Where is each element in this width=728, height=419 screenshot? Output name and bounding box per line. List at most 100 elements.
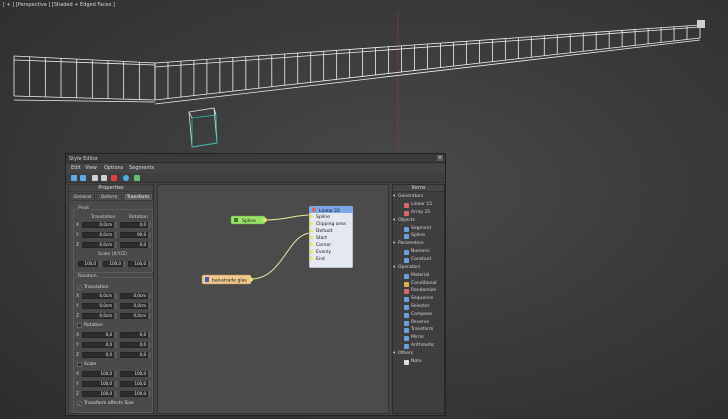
item-entry[interactable]: Array 25 (403, 210, 430, 215)
random-scale-y-min[interactable]: 100,0 (82, 381, 114, 387)
item-entry[interactable]: Material (403, 273, 429, 278)
pivot-rotation-x[interactable]: 0,0 (120, 222, 148, 228)
chevron-down-icon[interactable]: ▾ (393, 194, 395, 199)
chevron-down-icon[interactable]: ▾ (393, 265, 395, 270)
item-entry[interactable]: Linear 15 (403, 202, 432, 207)
item-entry[interactable]: Segment (403, 226, 431, 231)
save-icon[interactable] (134, 175, 140, 181)
menu-edit[interactable]: Edit (71, 165, 81, 171)
random-rotation-z-min[interactable]: 0,0 (82, 352, 114, 358)
spinner[interactable] (148, 222, 151, 228)
chevron-down-icon[interactable]: ▾ (393, 218, 395, 223)
spinner[interactable] (114, 371, 117, 377)
menu-view[interactable]: View (85, 165, 97, 171)
item-entry[interactable]: Spline (403, 233, 425, 238)
items-category[interactable]: Parameters (398, 241, 424, 246)
delete-icon[interactable] (111, 175, 117, 181)
port-dot[interactable] (309, 214, 313, 219)
random-translation-y-min[interactable]: 0,0cm (82, 303, 114, 309)
redo-icon[interactable] (80, 175, 86, 181)
affects-size-checkbox[interactable]: ✓ (77, 401, 82, 406)
spinner[interactable] (123, 261, 126, 267)
items-category[interactable]: Others (398, 351, 413, 356)
pivot-rotation-z[interactable]: 0,0 (120, 242, 148, 248)
item-entry[interactable]: Note (403, 359, 422, 364)
random-scale-z-max[interactable]: 100,0 (120, 391, 148, 397)
spinner[interactable] (98, 261, 101, 267)
node-graph-canvas[interactable]: Spline balustrade glas Linear 33 Spline C… (157, 184, 389, 414)
port-dot[interactable] (309, 221, 313, 226)
spinner[interactable] (148, 303, 151, 309)
chevron-down-icon[interactable]: ▾ (393, 351, 395, 356)
items-category[interactable]: Operators (398, 265, 421, 270)
random-translation-x-max[interactable]: 0,0cm (120, 293, 148, 299)
random-rotation-x-min[interactable]: 0,0 (82, 332, 114, 338)
item-entry[interactable]: Constant (403, 257, 431, 262)
item-entry[interactable]: Transform (403, 327, 433, 332)
chevron-down-icon[interactable]: ▾ (393, 241, 395, 246)
scale-y[interactable]: 100,0 (103, 261, 123, 267)
port-dot[interactable] (309, 235, 313, 240)
pivot-translation-x[interactable]: 0,0cm (82, 222, 114, 228)
spinner[interactable] (148, 352, 151, 358)
random-rotation-x-max[interactable]: 0,0 (120, 332, 148, 338)
spinner[interactable] (148, 232, 151, 238)
spinner[interactable] (148, 391, 151, 397)
random-translation-z-max[interactable]: 0,0cm (120, 313, 148, 319)
item-entry[interactable]: Mirror (403, 335, 424, 340)
spinner[interactable] (148, 293, 151, 299)
item-entry[interactable]: Selector (403, 304, 430, 309)
close-icon[interactable]: × (437, 155, 443, 161)
spinner[interactable] (114, 332, 117, 338)
spinner[interactable] (114, 352, 117, 358)
scale-x[interactable]: 100,0 (78, 261, 98, 267)
spinner[interactable] (114, 342, 117, 348)
item-entry[interactable]: Randomize (403, 288, 436, 293)
items-category[interactable]: Objects (398, 218, 415, 223)
port-dot[interactable] (309, 256, 313, 261)
spinner[interactable] (114, 222, 117, 228)
refresh-icon[interactable] (123, 175, 129, 181)
item-entry[interactable]: Reverse (403, 320, 429, 325)
random-rotation-y-min[interactable]: 0,0 (82, 342, 114, 348)
menu-options[interactable]: Options (104, 165, 123, 171)
random-scale-x-min[interactable]: 100,0 (82, 371, 114, 377)
spinner[interactable] (148, 342, 151, 348)
spinner[interactable] (148, 381, 151, 387)
spinner[interactable] (148, 332, 151, 338)
random-translation-y-max[interactable]: 0,0cm (120, 303, 148, 309)
random-translation-x-min[interactable]: 0,0cm (82, 293, 114, 299)
spinner[interactable] (114, 242, 117, 248)
random-scale-z-min[interactable]: 100,0 (82, 391, 114, 397)
item-entry[interactable]: Sequence (403, 296, 433, 301)
spinner[interactable] (148, 371, 151, 377)
spinner[interactable] (114, 232, 117, 238)
random-scale-checkbox[interactable] (77, 362, 82, 367)
random-scale-y-max[interactable]: 100,0 (120, 381, 148, 387)
menu-segments[interactable]: Segments (129, 165, 154, 171)
random-rotation-y-max[interactable]: 0,0 (120, 342, 148, 348)
tab-general[interactable]: General (70, 193, 95, 201)
item-entry[interactable]: Numeric (403, 249, 430, 254)
random-translation-checkbox[interactable]: ✓ (77, 285, 82, 290)
tab-deform[interactable]: Deform (96, 193, 122, 201)
linear-node[interactable]: Linear 33 SplineClipping areaDefaultStar… (308, 205, 354, 269)
random-scale-x-max[interactable]: 100,0 (120, 371, 148, 377)
material-node[interactable]: balustrade glas (201, 274, 253, 285)
spinner[interactable] (114, 381, 117, 387)
scale-z[interactable]: 100,0 (128, 261, 148, 267)
spinner[interactable] (114, 303, 117, 309)
spinner[interactable] (148, 261, 151, 267)
paste-icon[interactable] (101, 175, 107, 181)
random-rotation-checkbox[interactable] (77, 323, 82, 328)
item-entry[interactable]: Compose (403, 312, 432, 317)
random-rotation-z-max[interactable]: 0,0 (120, 352, 148, 358)
tab-transform[interactable]: Transform (123, 193, 153, 201)
spinner[interactable] (114, 313, 117, 319)
spinner[interactable] (148, 242, 151, 248)
pivot-rotation-y[interactable]: 90,0 (120, 232, 148, 238)
port-dot[interactable] (309, 228, 313, 233)
pivot-translation-y[interactable]: 0,0cm (82, 232, 114, 238)
port-dot[interactable] (309, 242, 313, 247)
pivot-translation-z[interactable]: 0,0cm (82, 242, 114, 248)
